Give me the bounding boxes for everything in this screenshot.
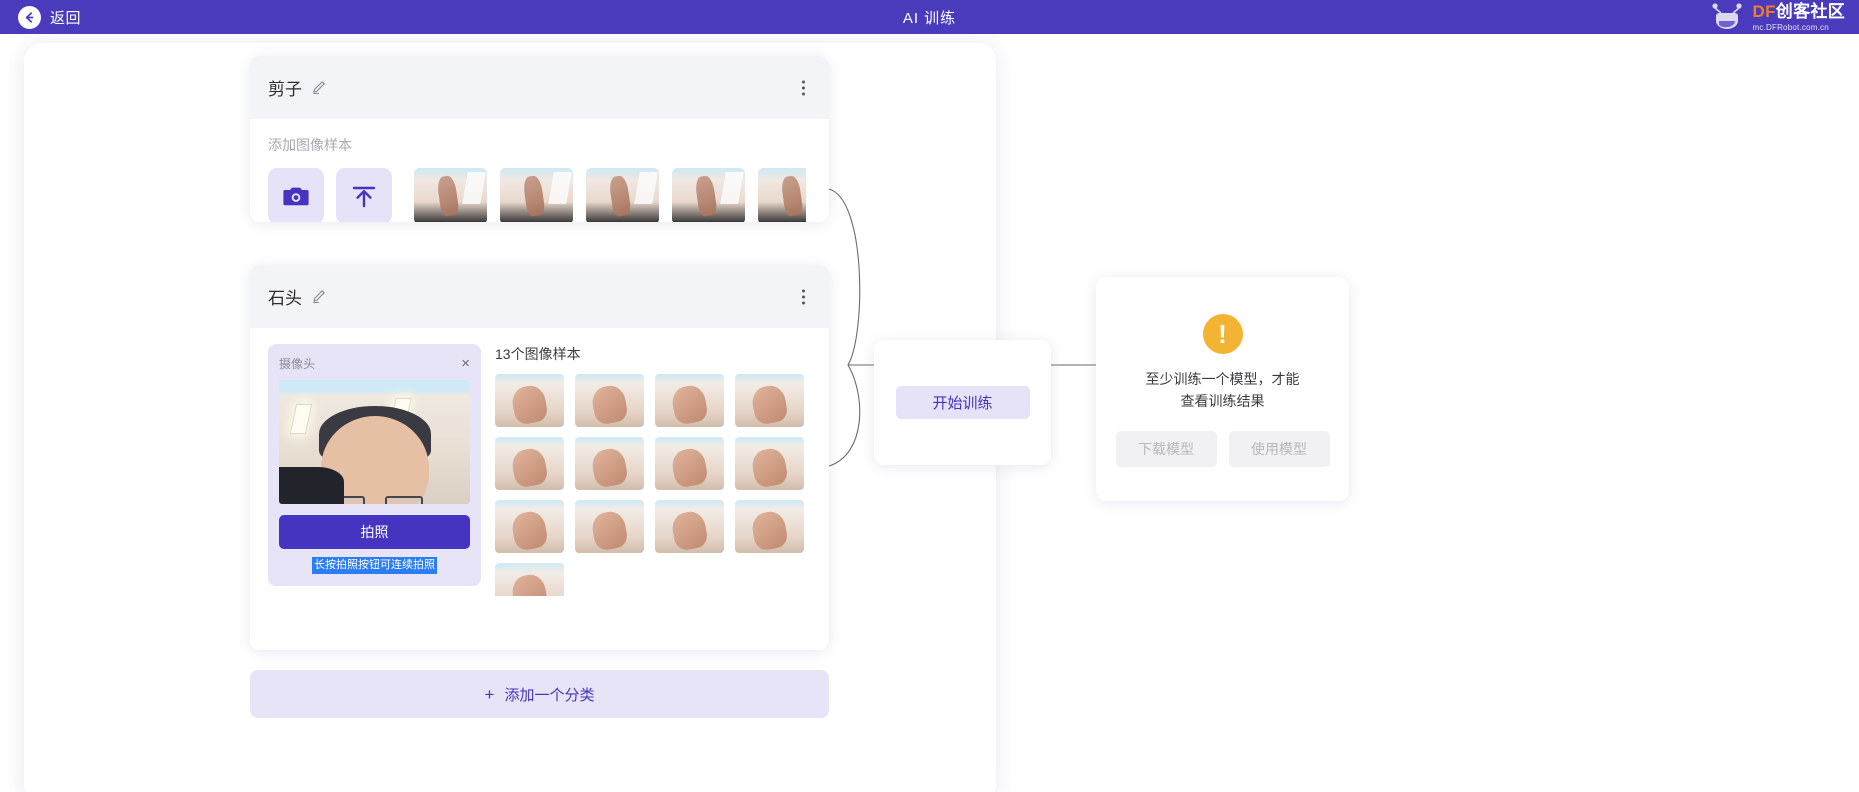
result-actions: 下载模型 使用模型 xyxy=(1115,430,1330,467)
class-title: 石头 xyxy=(268,289,302,308)
webcam-label: 摄像头 xyxy=(279,357,316,371)
plus-icon: + xyxy=(484,684,495,704)
sample-grid-scroll[interactable] xyxy=(495,374,817,596)
class-card-menu-icon[interactable] xyxy=(795,289,811,304)
pencil-edit-icon[interactable] xyxy=(311,80,326,95)
brand-df: DF xyxy=(1752,1,1776,21)
result-message: 至少训练一个模型，才能 查看训练结果 xyxy=(1146,368,1300,413)
robot-mascot-icon xyxy=(1707,2,1747,32)
sample-thumbnail[interactable] xyxy=(735,374,804,427)
start-training-button[interactable]: 开始训练 xyxy=(895,386,1030,419)
brand-logo: DF创客社区 mc.DFRobot.com.cn xyxy=(1707,2,1845,32)
brand-url: mc.DFRobot.com.cn xyxy=(1752,22,1829,32)
sample-thumbnail[interactable] xyxy=(575,374,644,427)
webcam-panel: 摄像头 × 拍照 长按拍照按钮可连续拍照 xyxy=(268,344,481,586)
pencil-edit-icon[interactable] xyxy=(311,289,326,304)
camera-icon xyxy=(283,187,309,206)
class-card-header: 石头 xyxy=(250,265,829,328)
result-message-line2: 查看训练结果 xyxy=(1180,393,1265,410)
sample-thumbnail-strip[interactable] xyxy=(414,168,806,222)
sample-thumbnail[interactable] xyxy=(655,437,724,490)
sample-controls-row xyxy=(268,168,811,222)
result-message-line1: 至少训练一个模型，才能 xyxy=(1145,371,1300,387)
upload-icon xyxy=(352,186,376,208)
thumbnail-track xyxy=(414,168,806,222)
class-card-body: 添加图像样本 xyxy=(250,119,829,222)
top-bar: 返回 AI 训练 DF创客社区 mc.DFRobot.com.cn xyxy=(0,0,1859,34)
class-card-header: 剪子 xyxy=(250,56,829,119)
workspace-canvas: 剪子 添加图像样本 石头 摄像头 × 拍照 长按拍照按钮可连续拍照 13个图像样… xyxy=(0,34,1859,792)
sample-count-label: 13个图像样本 xyxy=(495,346,581,362)
add-class-label: 添加一个分类 xyxy=(504,686,595,704)
close-icon[interactable]: × xyxy=(461,356,470,371)
sample-grid xyxy=(495,374,817,596)
class-card-body: 摄像头 × 拍照 长按拍照按钮可连续拍照 13个图像样本 xyxy=(250,328,829,614)
sample-thumbnail[interactable] xyxy=(575,500,644,553)
shoot-hint-wrap: 长按拍照按钮可连续拍照 xyxy=(279,549,470,574)
result-node: ! 至少训练一个模型，才能 查看训练结果 下载模型 使用模型 xyxy=(1096,277,1349,501)
sample-thumbnail[interactable] xyxy=(655,500,724,553)
take-photo-button[interactable]: 拍照 xyxy=(279,515,470,549)
brand-name: DF创客社区 xyxy=(1753,3,1845,20)
sample-thumbnail[interactable] xyxy=(500,168,573,222)
add-class-button[interactable]: + 添加一个分类 xyxy=(250,670,829,718)
person-shoulder xyxy=(279,466,344,504)
class-card-scissors: 剪子 添加图像样本 xyxy=(250,56,829,222)
sample-thumbnail[interactable] xyxy=(495,500,564,553)
ceiling-light xyxy=(289,404,313,434)
use-model-button[interactable]: 使用模型 xyxy=(1228,430,1330,467)
sample-thumbnail[interactable] xyxy=(575,437,644,490)
sample-thumbnail[interactable] xyxy=(672,168,745,222)
sample-thumbnail[interactable] xyxy=(586,168,659,222)
download-model-button[interactable]: 下载模型 xyxy=(1115,430,1217,467)
sample-thumbnail[interactable] xyxy=(495,374,564,427)
training-node: 开始训练 xyxy=(874,340,1051,465)
sample-thumbnail[interactable] xyxy=(655,374,724,427)
sample-thumbnail[interactable] xyxy=(735,500,804,553)
sample-thumbnail[interactable] xyxy=(735,437,804,490)
camera-capture-button[interactable] xyxy=(268,168,324,222)
brand-cn: 创客社区 xyxy=(1775,1,1845,21)
webcam-header: 摄像头 × xyxy=(279,355,470,372)
class-title: 剪子 xyxy=(268,80,302,99)
sample-thumbnail[interactable] xyxy=(414,168,487,222)
class-card-menu-icon[interactable] xyxy=(795,80,811,95)
class-card-rock: 石头 摄像头 × 拍照 长按拍照按钮可连续拍照 13个图像样本 xyxy=(250,265,829,650)
page-title: AI 训练 xyxy=(902,9,957,27)
shoot-hint-text: 长按拍照按钮可连续拍照 xyxy=(312,557,437,574)
sample-thumbnail[interactable] xyxy=(495,437,564,490)
upload-sample-button[interactable] xyxy=(336,168,392,222)
webcam-preview xyxy=(279,380,470,504)
sample-grid-area: 13个图像样本 xyxy=(495,344,817,596)
sample-thumbnail[interactable] xyxy=(495,563,564,596)
warning-icon: ! xyxy=(1202,314,1243,354)
add-sample-label: 添加图像样本 xyxy=(268,137,352,153)
sample-thumbnail[interactable] xyxy=(758,168,806,222)
